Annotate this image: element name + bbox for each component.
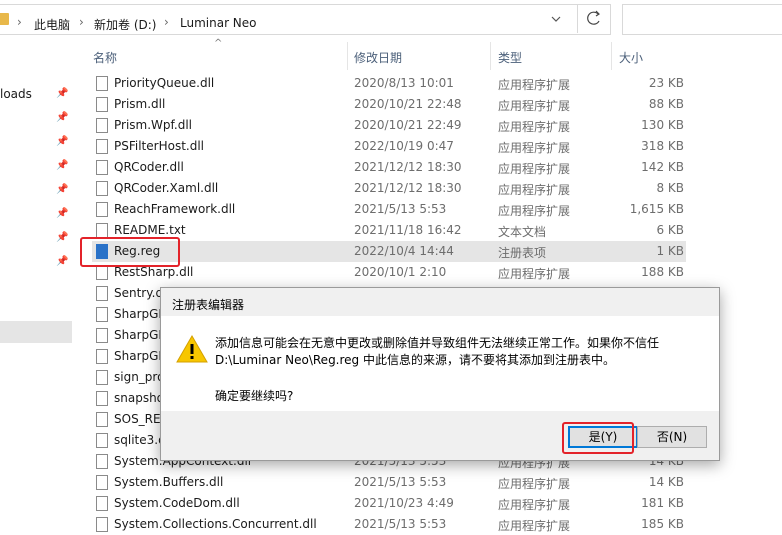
chevron-down-icon[interactable]: [548, 11, 564, 27]
list-item[interactable]: RestSharp.dll 2020/10/1 2:10 应用程序扩展 188 KB: [92, 262, 686, 283]
file-icon: [96, 391, 108, 406]
text-file-icon: [96, 223, 108, 238]
dialog-message-line2: D:\Luminar Neo\Reg.reg 中此信息的来源，请不要将其添加到注…: [215, 353, 615, 367]
dll-file-icon: [96, 433, 108, 448]
dll-file-icon: [96, 517, 108, 532]
dll-file-icon: [96, 307, 108, 322]
list-item[interactable]: ReachFramework.dll 2021/5/13 5:53 应用程序扩展 1,…: [92, 199, 686, 220]
dll-file-icon: [96, 349, 108, 364]
search-input[interactable]: [622, 4, 782, 35]
list-item[interactable]: System.Collections.Concurrent.dll 2021/5/…: [92, 514, 686, 535]
list-item[interactable]: Prism.Wpf.dll 2020/10/21 22:49 应用程序扩展 130 K…: [92, 115, 686, 136]
file-icon: [96, 370, 108, 385]
dll-file-icon: [96, 475, 108, 490]
pin-icon: 📌: [56, 208, 69, 219]
list-item[interactable]: QRCoder.Xaml.dll 2021/12/12 18:30 应用程序扩展 8 …: [92, 178, 686, 199]
dll-file-icon: [96, 139, 108, 154]
dll-file-icon: [96, 202, 108, 217]
refresh-icon: [587, 10, 600, 25]
dll-file-icon: [96, 160, 108, 175]
refresh-button[interactable]: [577, 4, 610, 33]
column-date[interactable]: 修改日期: [354, 49, 402, 66]
dll-file-icon: [96, 118, 108, 133]
sort-ascending-icon: ^: [214, 38, 223, 49]
column-size[interactable]: 大小: [619, 49, 643, 66]
nav-item-downloads[interactable]: loads: [0, 87, 32, 101]
address-bar[interactable]: › 此电脑 › 新加卷 (D:) › Luminar Neo: [0, 4, 611, 35]
dll-file-icon: [96, 97, 108, 112]
pin-icon: 📌: [56, 160, 69, 171]
pin-icon: 📌: [56, 232, 69, 243]
breadcrumb-this-pc[interactable]: 此电脑: [34, 16, 70, 33]
list-item[interactable]: Prism.dll 2020/10/21 22:48 应用程序扩展 88 KB: [92, 94, 686, 115]
pin-icon: 📌: [56, 256, 69, 267]
nav-item-selected[interactable]: [0, 321, 72, 343]
dll-file-icon: [96, 76, 108, 91]
breadcrumb-separator: ›: [17, 15, 22, 29]
dll-file-icon: [96, 181, 108, 196]
navigation-pane: loads 📌 📌 📌 📌 📌 📌 📌 📌: [0, 38, 72, 534]
list-item[interactable]: PSFilterHost.dll 2022/10/19 0:47 应用程序扩展 318…: [92, 136, 686, 157]
breadcrumb-separator: ›: [79, 15, 84, 29]
highlight-yes-button: [562, 422, 634, 454]
column-type[interactable]: 类型: [498, 49, 522, 66]
breadcrumb-separator: ›: [164, 15, 169, 29]
dll-file-icon: [96, 286, 108, 301]
pin-icon: 📌: [56, 184, 69, 195]
no-button[interactable]: 否(N): [637, 426, 707, 448]
dll-file-icon: [96, 496, 108, 511]
folder-icon: [0, 13, 9, 25]
list-item[interactable]: System.Buffers.dll 2021/5/13 5:53 应用程序扩展 14…: [92, 472, 686, 493]
dll-file-icon: [96, 265, 108, 280]
dialog-title: 注册表编辑器: [172, 298, 245, 312]
dialog-message-line1: 添加信息可能会在无意中更改或删除值并导致组件无法继续正常工作。如果你不信任: [215, 336, 660, 350]
list-item[interactable]: README.txt 2021/11/18 16:42 文本文档 6 KB: [92, 220, 686, 241]
dialog-message: 添加信息可能会在无意中更改或删除值并导致组件无法继续正常工作。如果你不信任 D:…: [215, 335, 659, 369]
list-item[interactable]: System.CodeDom.dll 2021/10/23 4:49 应用程序扩展 1…: [92, 493, 686, 514]
file-icon: [96, 412, 108, 427]
column-name[interactable]: 名称: [93, 49, 117, 66]
dll-file-icon: [96, 328, 108, 343]
warning-icon: [176, 334, 208, 363]
list-item[interactable]: PriorityQueue.dll 2020/8/13 10:01 应用程序扩展 23…: [92, 73, 686, 94]
registry-editor-dialog: 注册表编辑器 添加信息可能会在无意中更改或删除值并导致组件无法继续正常工作。如果…: [160, 287, 720, 461]
dialog-question: 确定要继续吗?: [215, 389, 294, 403]
dll-file-icon: [96, 454, 108, 469]
pin-icon: 📌: [56, 136, 69, 147]
breadcrumb-drive-d[interactable]: 新加卷 (D:): [94, 16, 156, 33]
highlight-reg-file: [80, 237, 180, 267]
list-item[interactable]: QRCoder.dll 2021/12/12 18:30 应用程序扩展 142 KB: [92, 157, 686, 178]
pin-icon: 📌: [56, 88, 69, 99]
list-item-selected[interactable]: Reg.reg 2022/10/4 14:44 注册表项 1 KB: [92, 241, 686, 262]
pin-icon: 📌: [56, 112, 69, 123]
breadcrumb-luminar-neo[interactable]: Luminar Neo: [180, 16, 257, 30]
column-header-row: ^ 名称 修改日期 类型 大小: [83, 38, 782, 72]
address-bar-area: › 此电脑 › 新加卷 (D:) › Luminar Neo: [0, 0, 782, 38]
